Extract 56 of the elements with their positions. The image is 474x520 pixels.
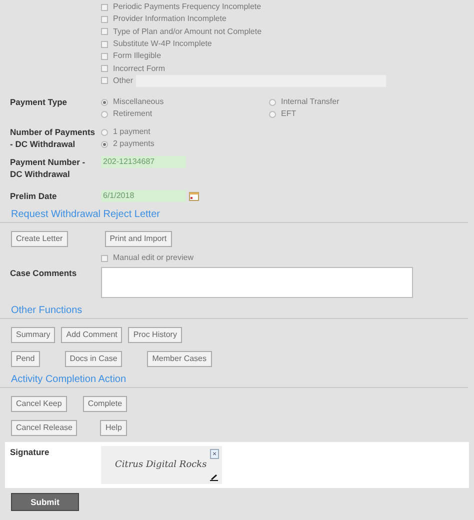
action-button[interactable]: Help: [100, 420, 127, 436]
payment-number-field[interactable]: 202-12134687: [101, 156, 186, 168]
action-button[interactable]: Proc History: [128, 327, 182, 344]
option-label: Internal Transfer: [281, 98, 340, 106]
action-button[interactable]: Print and Import: [104, 231, 172, 248]
submit-button[interactable]: Submit: [11, 493, 79, 512]
action-button[interactable]: Docs in Case: [64, 351, 122, 368]
action-button[interactable]: Complete: [82, 396, 128, 412]
action-button[interactable]: Add Comment: [61, 327, 122, 344]
pen-icon: [210, 474, 218, 482]
checkbox[interactable]: [101, 16, 108, 23]
radio-button[interactable]: [101, 128, 108, 136]
checkbox-label: Periodic Payments Frequency Incomplete: [113, 3, 262, 12]
checkbox-label: Other: [113, 76, 134, 85]
checkbox[interactable]: [101, 28, 108, 36]
radio-button[interactable]: [101, 98, 108, 106]
option-label: Miscellaneous: [113, 98, 164, 106]
checkbox[interactable]: [101, 40, 108, 48]
option-label: 1 payment: [113, 128, 150, 136]
checkbox[interactable]: [101, 77, 108, 84]
action-button[interactable]: Member Cases: [147, 351, 212, 368]
date-field[interactable]: 6/1/2018: [101, 190, 186, 202]
field-label: Case Comments: [10, 267, 78, 280]
checkbox[interactable]: [101, 52, 108, 60]
section-heading: Request Withdrawal Reject Letter: [11, 208, 161, 222]
checkbox[interactable]: [101, 254, 108, 262]
calendar-icon[interactable]: [189, 192, 199, 202]
checkbox-label: Type of Plan and/or Amount not Complete: [113, 28, 262, 36]
action-button[interactable]: Create Letter: [11, 231, 68, 248]
radio-button[interactable]: [269, 98, 276, 106]
action-button[interactable]: Cancel Release: [11, 420, 78, 436]
option-label: 2 payments: [113, 140, 154, 148]
action-button[interactable]: Cancel Keep: [11, 396, 67, 412]
field-label: Prelim Date: [10, 190, 58, 202]
case-comments-field[interactable]: [101, 267, 413, 298]
radio-button[interactable]: [101, 110, 108, 118]
section-heading: Other Functions: [11, 304, 84, 318]
checkbox[interactable]: [101, 65, 108, 72]
checkbox[interactable]: [101, 4, 108, 11]
checkbox-label: Manual edit or preview: [113, 254, 194, 262]
option-label: Retirement: [113, 110, 152, 118]
action-button[interactable]: Pend: [11, 351, 40, 368]
field-label: Number of Payments - DC Withdrawal: [10, 126, 96, 150]
section-heading: Activity Completion Action: [11, 373, 128, 386]
checkbox-label: Provider Information Incomplete: [113, 15, 226, 24]
checkbox-label: Form Illegible: [113, 52, 162, 60]
checkbox-label: Substitute W-4P Incomplete: [113, 40, 212, 48]
option-label: EFT: [281, 110, 296, 118]
radio-button[interactable]: [269, 110, 276, 118]
signature-text: Citrus Digital Rocks: [115, 460, 207, 470]
field-label: Payment Type: [10, 96, 68, 108]
checkbox-label: Incorrect Form: [113, 64, 166, 73]
field-label: Signature: [10, 446, 50, 458]
field-label: Payment Number - DC Withdrawal: [10, 156, 86, 180]
action-button[interactable]: Summary: [11, 327, 56, 344]
radio-button[interactable]: [101, 140, 108, 148]
